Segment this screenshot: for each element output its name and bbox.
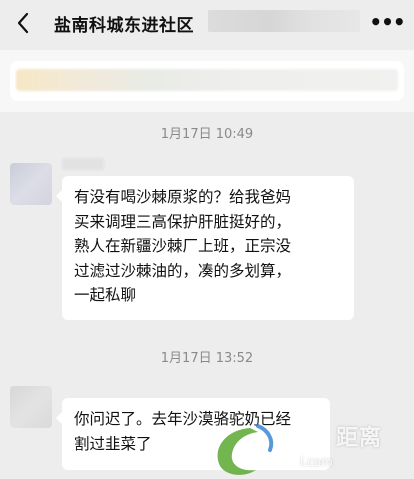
message-timestamp: 1月17日 13:52 xyxy=(160,351,254,366)
group-notice[interactable] xyxy=(10,61,404,101)
back-button[interactable] xyxy=(8,9,38,37)
message-bubble[interactable]: 有没有喝沙棘原浆的？给我爸妈 买来调理三高保护肝脏挺好的， 熟人在新疆沙棘厂上班… xyxy=(56,176,354,320)
group-notice-bar xyxy=(0,50,414,112)
chat-header: 盐南科城东进社区 ••• xyxy=(0,0,414,46)
chat-title: 盐南科城东进社区 xyxy=(54,16,194,36)
redacted-notice-text xyxy=(16,69,398,91)
watermark-subtext: i.com xyxy=(300,455,333,469)
redacted-sender-name xyxy=(62,158,104,170)
avatar[interactable] xyxy=(10,386,52,428)
watermark-text: 距离 xyxy=(336,426,383,451)
redacted-title-suffix xyxy=(208,10,360,32)
more-dots-icon: ••• xyxy=(369,10,405,34)
more-button[interactable]: ••• xyxy=(369,10,405,34)
avatar[interactable] xyxy=(10,163,52,205)
message-bubble[interactable]: 你问迟了。去年沙漠骆驼奶已经 割过韭菜了 xyxy=(56,398,330,470)
message-timestamp: 1月17日 10:49 xyxy=(160,127,254,142)
chevron-left-icon xyxy=(17,12,29,34)
